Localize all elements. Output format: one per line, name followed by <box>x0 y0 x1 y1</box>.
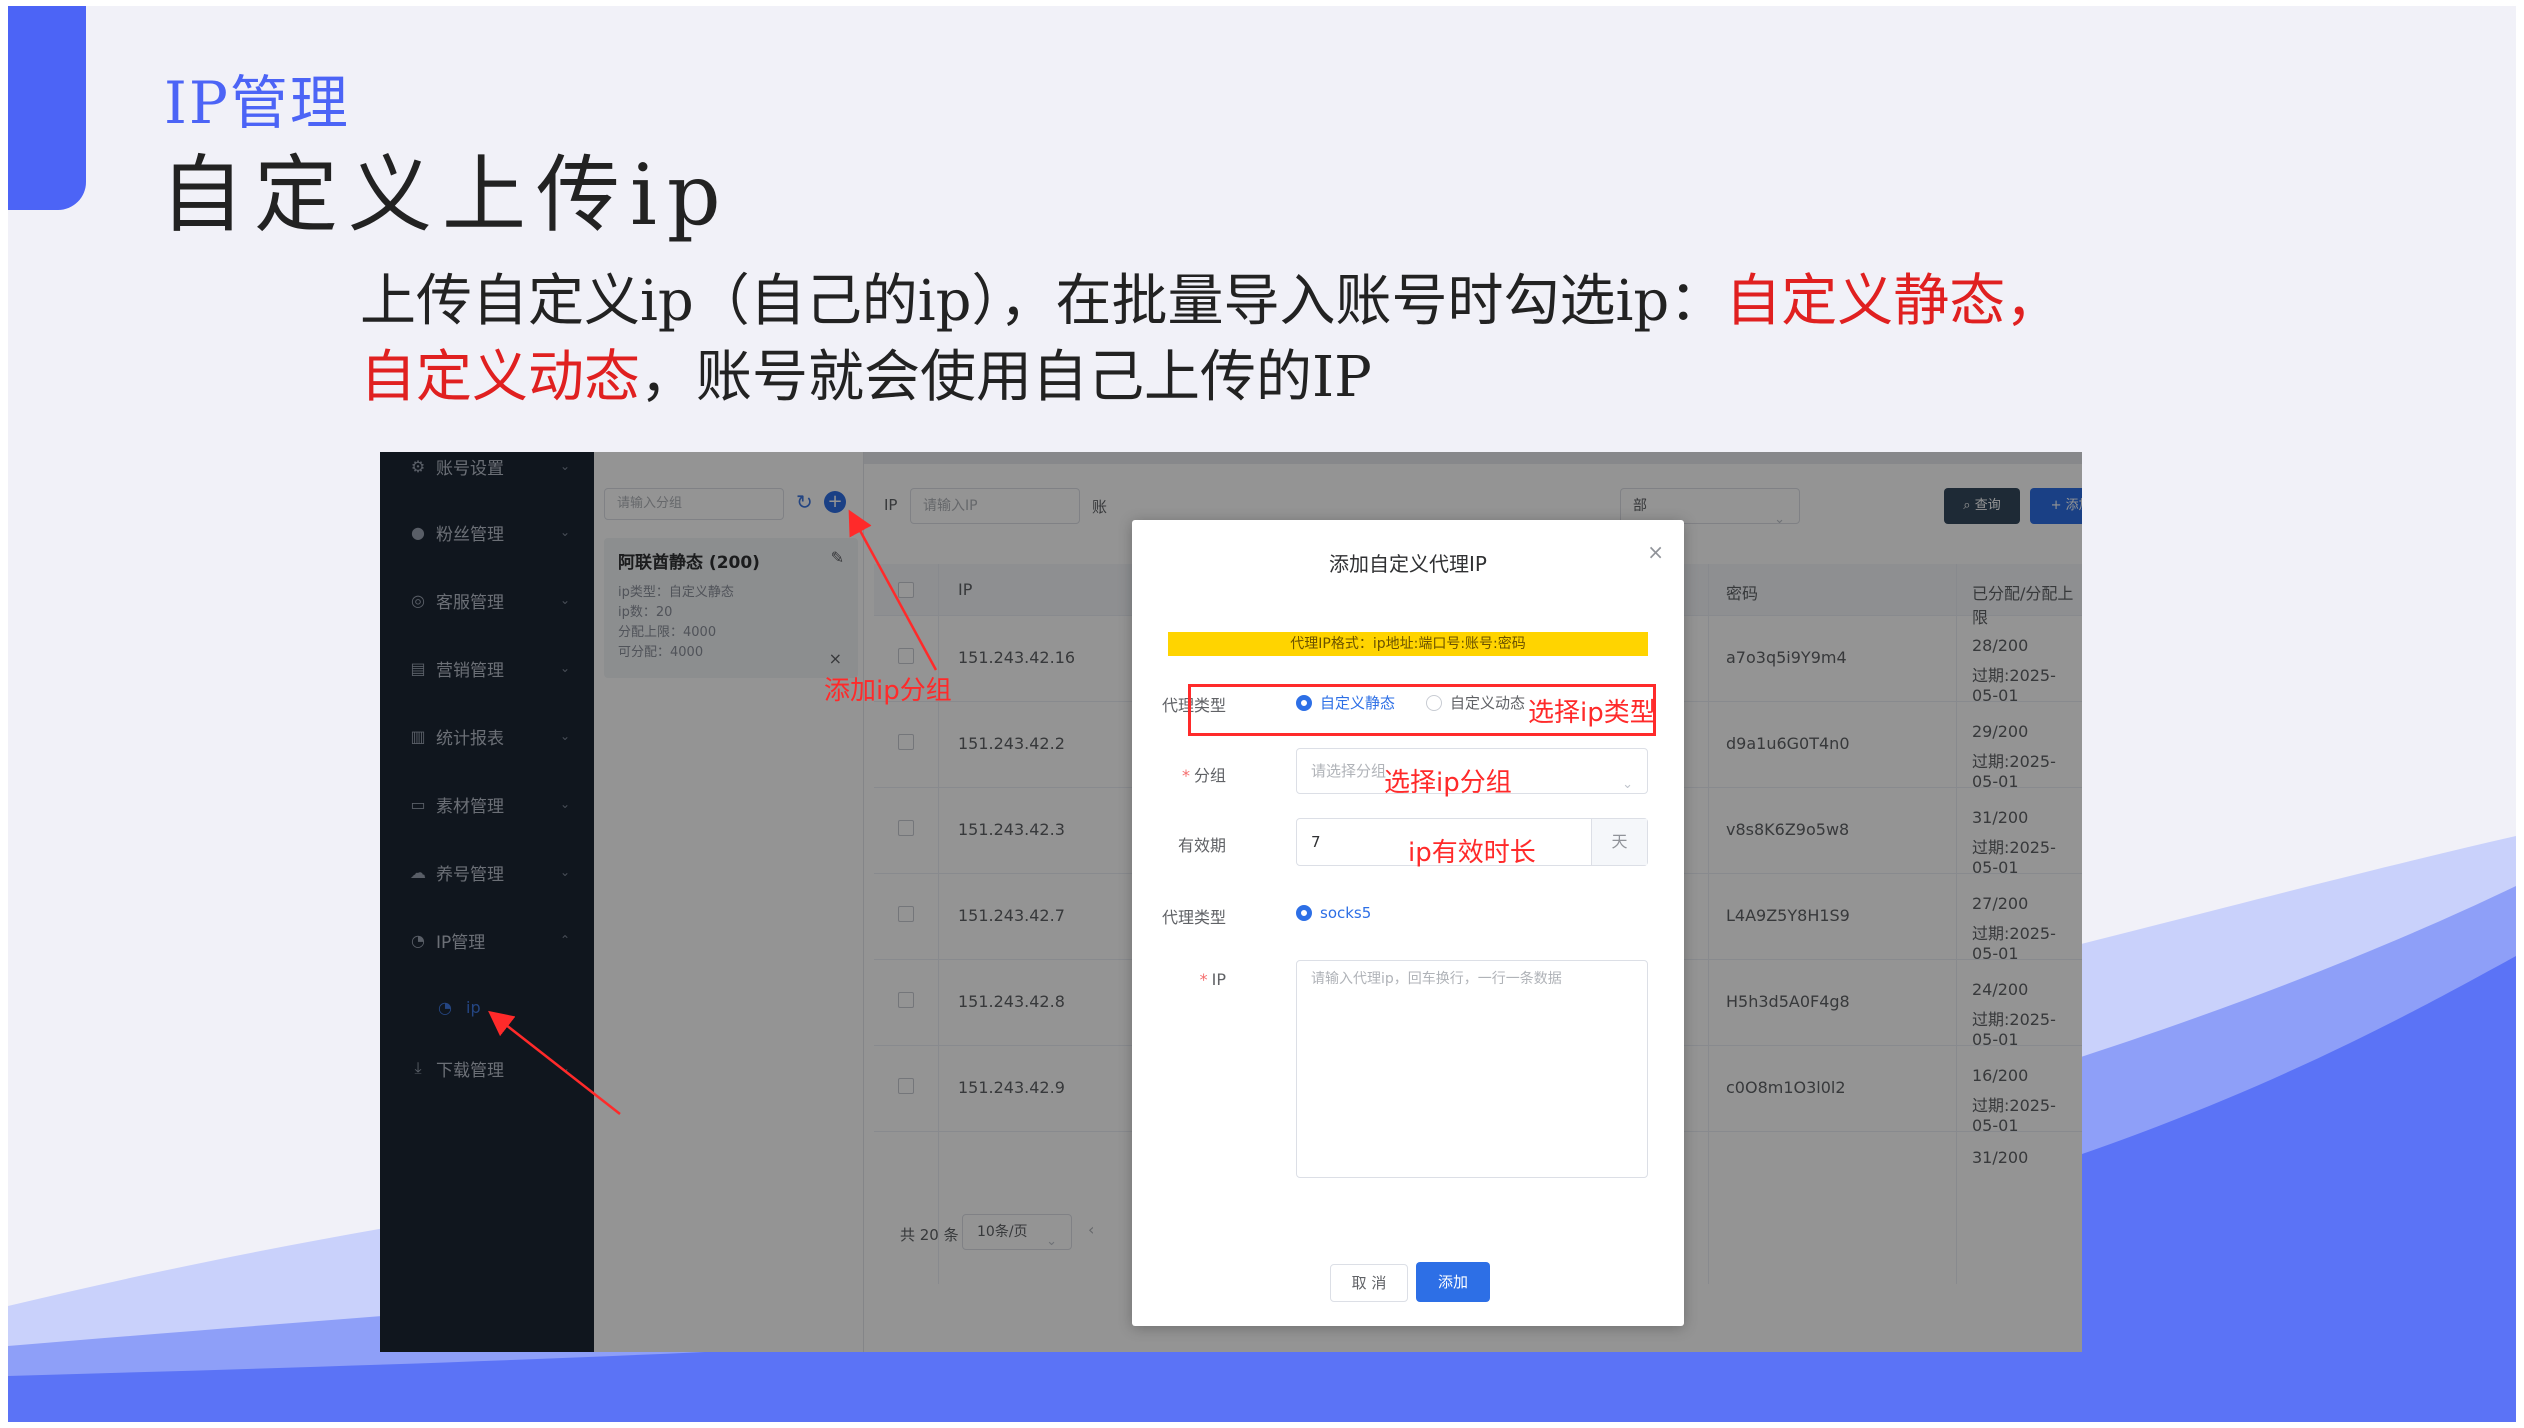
app-screenshot: ⚙ 账号设置 ⌄ ● 粉丝管理 ⌄ ◎ 客服管理 ⌄ ▤ 营销管理 ⌄ ▥ 统计报表 ⌄ ▭ 素材管理… <box>380 452 2082 1352</box>
body-highlight-static: 自定义静态， <box>1725 269 2062 334</box>
annotation-arrows <box>488 509 938 1115</box>
accent-block <box>8 6 86 210</box>
slide-body: 上传自定义ip（自己的ip），在批量导入账号时勾选ip：自定义静态， 自定义动态… <box>360 264 2330 416</box>
annotation-select-type: 选择ip类型 <box>1528 698 1656 728</box>
slide-title: 自定义上传ip <box>160 146 731 244</box>
annotation-select-group: 选择ip分组 <box>1384 768 1512 798</box>
body-text-part2: ，账号就会使用自己上传的IP <box>640 345 1372 410</box>
annotation-validity: ip有效时长 <box>1408 838 1536 868</box>
body-highlight-dynamic: 自定义动态 <box>360 345 640 410</box>
body-text-part1: 上传自定义ip（自己的ip），在批量导入账号时勾选ip： <box>360 269 1726 334</box>
annotation-add-group: 添加ip分组 <box>824 676 952 706</box>
